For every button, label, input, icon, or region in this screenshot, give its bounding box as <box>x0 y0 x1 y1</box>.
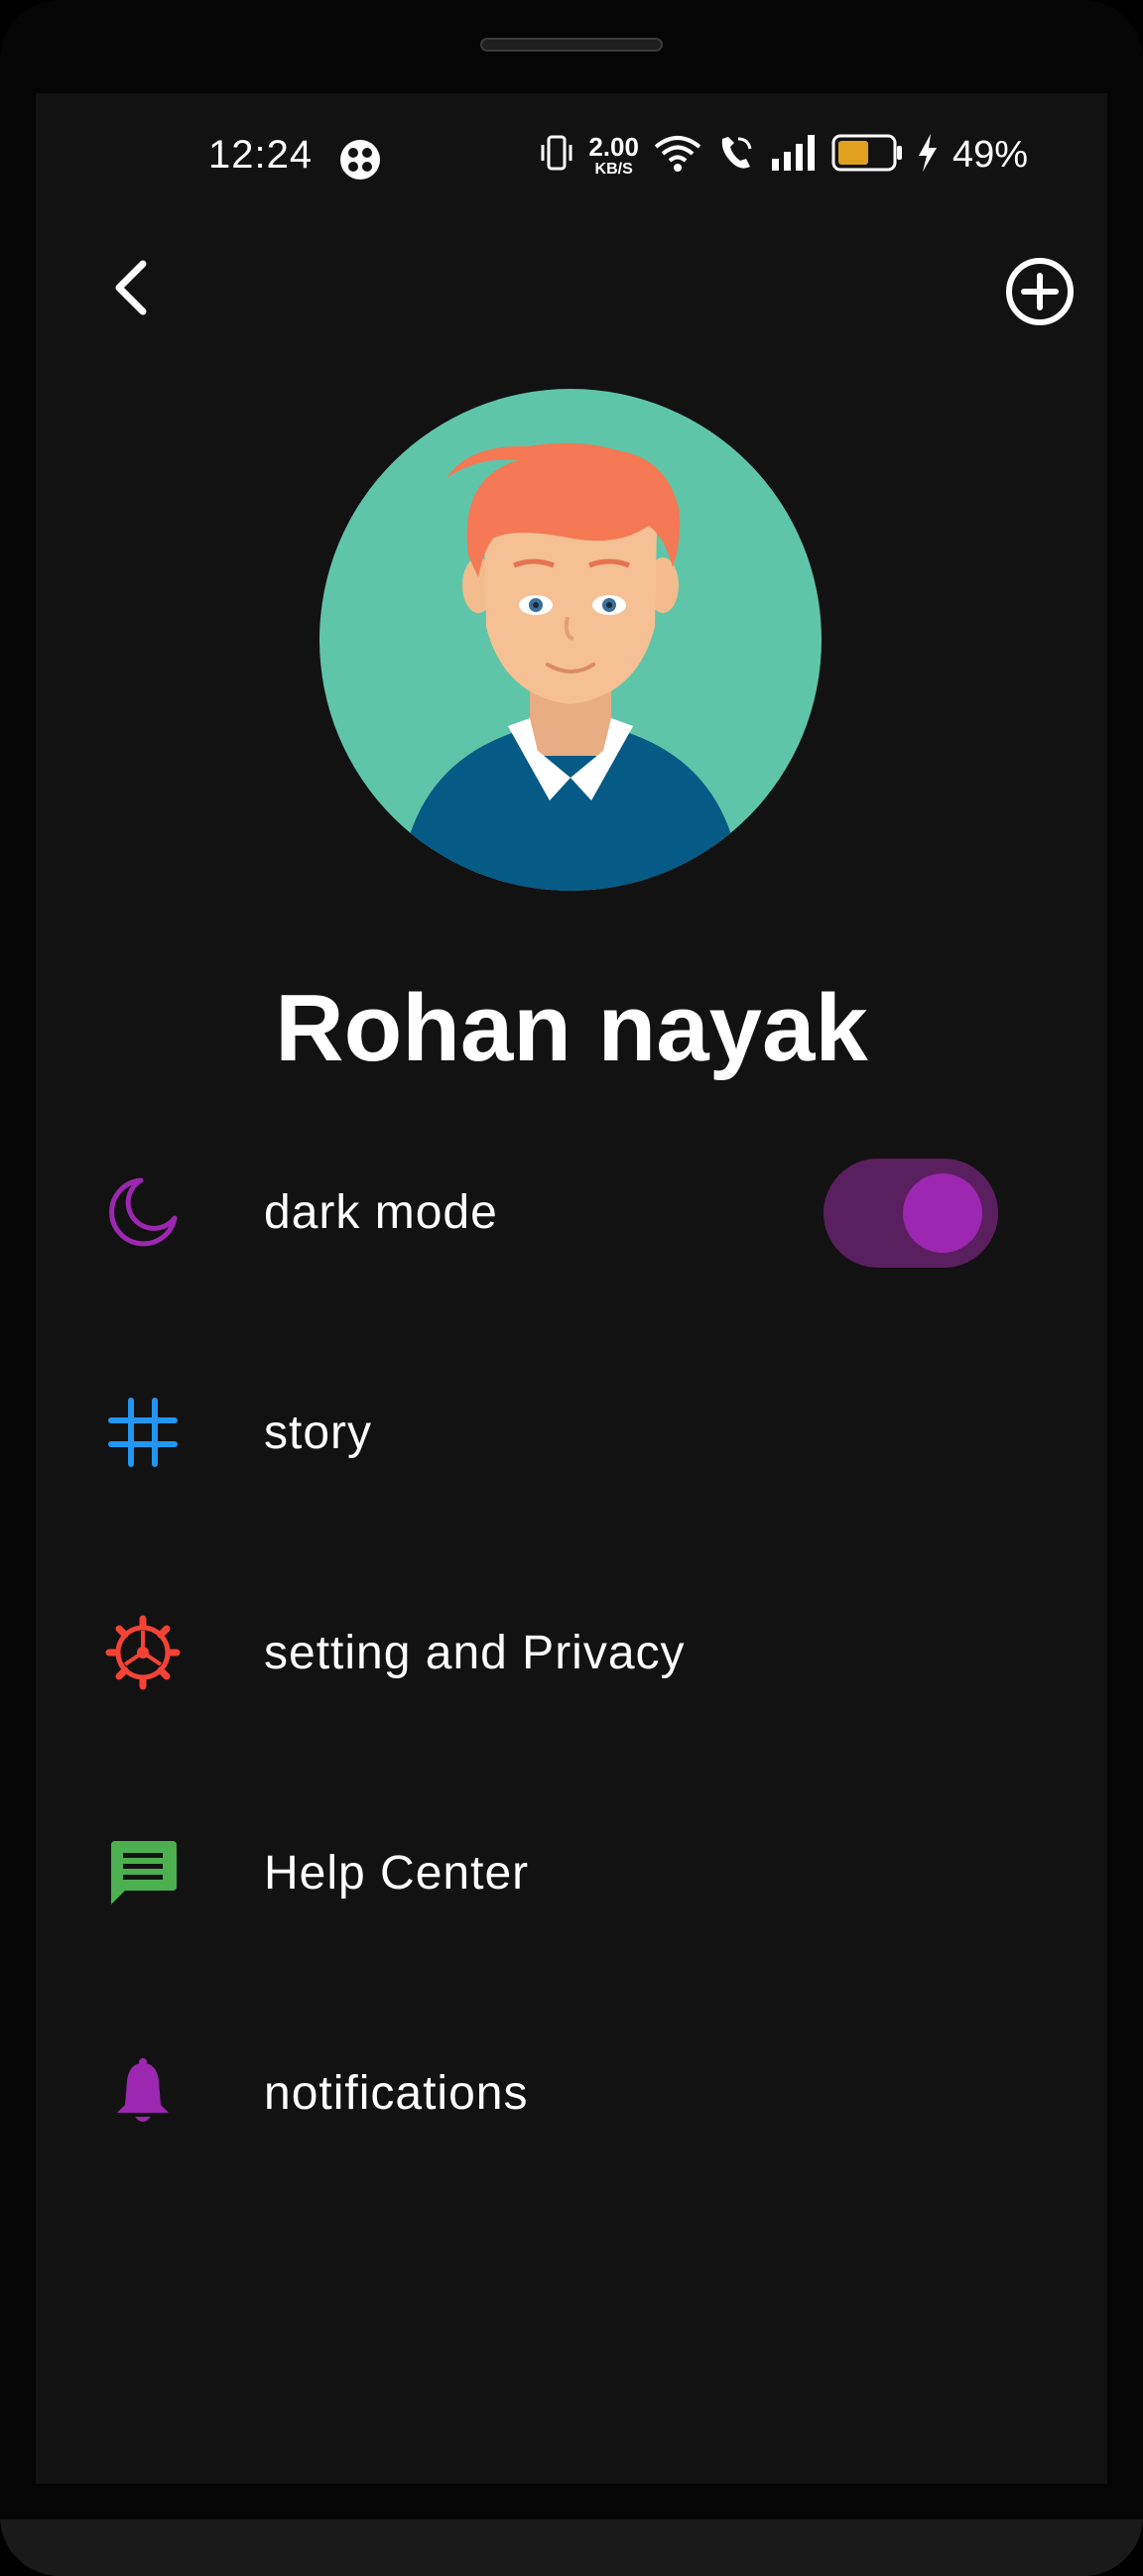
network-speed-value: 2.00 <box>588 131 639 162</box>
app-screen: 12:24 2.00 KB/S 49% Rohan nayak dark mod… <box>36 93 1107 2484</box>
network-speed-unit: KB/S <box>594 160 633 178</box>
dark-mode-toggle[interactable] <box>824 1159 998 1268</box>
menu-item-story[interactable]: story <box>105 1373 1038 1492</box>
wifi-icon <box>653 133 702 178</box>
status-time: 12:24 <box>208 133 314 177</box>
menu-label-notifications: notifications <box>264 2066 529 2120</box>
menu-label-dark-mode: dark mode <box>264 1185 498 1239</box>
menu-label-settings: setting and Privacy <box>264 1626 686 1679</box>
moon-icon <box>105 1174 181 1250</box>
phone-frame: 12:24 2.00 KB/S 49% Rohan nayak dark mod… <box>0 0 1143 2576</box>
speaker-grille <box>480 38 663 52</box>
battery-icon <box>831 134 903 177</box>
avatar-illustration <box>399 442 742 891</box>
battery-percent: 49% <box>952 134 1028 176</box>
chat-icon <box>105 1835 181 1910</box>
device-bottom-bezel <box>0 2519 1143 2576</box>
back-button[interactable] <box>105 258 157 317</box>
status-icons: 2.00 KB/S 49% <box>539 133 1028 178</box>
hashtag-icon <box>105 1395 181 1470</box>
menu-label-help-center: Help Center <box>264 1846 530 1900</box>
gear-icon <box>105 1615 181 1690</box>
profile-name: Rohan nayak <box>275 975 868 1081</box>
avatar[interactable] <box>319 389 822 891</box>
charging-icon <box>917 134 939 177</box>
app-notification-icon <box>339 139 381 181</box>
network-speed: 2.00 KB/S <box>588 134 639 178</box>
toggle-knob <box>903 1173 982 1253</box>
menu-label-story: story <box>264 1406 373 1459</box>
vibrate-icon <box>539 133 574 178</box>
bell-icon <box>105 2055 181 2131</box>
menu-item-settings[interactable]: setting and Privacy <box>105 1593 1038 1712</box>
chevron-left-icon <box>115 260 147 315</box>
menu-item-notifications[interactable]: notifications <box>105 2033 1038 2152</box>
signal-icon <box>770 135 818 176</box>
add-circle-icon <box>1006 258 1074 325</box>
menu-item-help-center[interactable]: Help Center <box>105 1813 1038 1932</box>
add-button[interactable] <box>1004 256 1076 327</box>
wifi-call-icon <box>716 133 756 178</box>
